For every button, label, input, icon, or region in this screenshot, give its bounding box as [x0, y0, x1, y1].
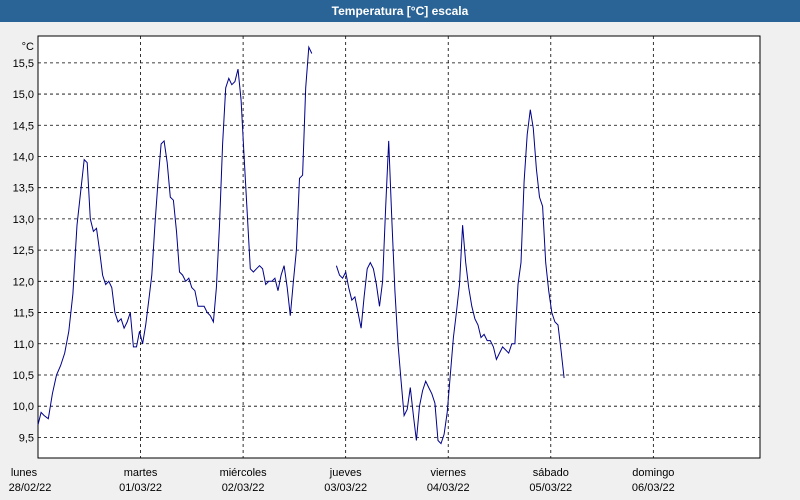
- x-tick-date-label: 04/03/22: [427, 482, 470, 494]
- x-tick-date-label: 28/02/22: [9, 482, 52, 494]
- x-tick-day-label: lunes: [11, 467, 38, 479]
- y-tick-label: 10,5: [13, 370, 34, 382]
- y-tick-label: 15,5: [13, 58, 34, 70]
- x-tick-date-label: 05/03/22: [529, 482, 572, 494]
- chart-title-bar: Temperatura [°C] escala: [0, 0, 800, 22]
- x-tick-day-label: domingo: [632, 467, 674, 479]
- x-tick-day-label: sábado: [533, 467, 569, 479]
- y-tick-label: 14,5: [13, 120, 34, 132]
- x-tick-day-label: miércoles: [220, 467, 268, 479]
- y-tick-label: 14,0: [13, 151, 34, 163]
- x-tick-day-label: jueves: [329, 467, 362, 479]
- y-axis-unit: °C: [22, 41, 34, 53]
- temperature-chart: 9,5 10,0 10,5 11,0 11,5 12,0 12,5 13,0 13,5 14,0 1…: [9, 35, 761, 494]
- x-tick-date-label: 02/03/22: [222, 482, 265, 494]
- y-tick-label: 12,5: [13, 245, 34, 257]
- x-tick-date-label: 06/03/22: [632, 482, 675, 494]
- x-tick-day-label: martes: [124, 467, 158, 479]
- plot-area: [37, 35, 761, 459]
- x-tick-date-label: 03/03/22: [324, 482, 367, 494]
- y-tick-label: 9,5: [19, 432, 34, 444]
- chart-title: Temperatura [°C] escala: [331, 4, 469, 18]
- x-tick-day-label: viernes: [430, 467, 466, 479]
- y-tick-label: 13,0: [13, 214, 34, 226]
- y-tick-label: 13,5: [13, 183, 34, 195]
- y-tick-label: 11,0: [13, 339, 34, 351]
- y-tick-label: 10,0: [13, 401, 34, 413]
- x-tick-date-label: 01/03/22: [119, 482, 162, 494]
- y-tick-label: 15,0: [13, 89, 34, 101]
- y-tick-label: 11,5: [13, 308, 34, 320]
- y-tick-label: 12,0: [13, 276, 34, 288]
